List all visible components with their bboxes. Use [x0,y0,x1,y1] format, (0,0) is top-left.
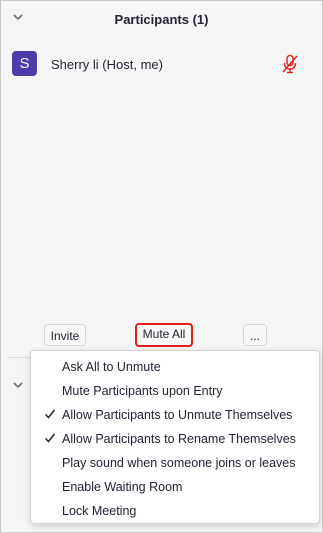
panel-title-text: Participants [114,12,189,27]
more-options-menu: Ask All to Unmute Mute Participants upon… [30,350,320,524]
menu-item-label: Lock Meeting [62,504,137,518]
menu-item-ask-all-to-unmute[interactable]: Ask All to Unmute [31,355,319,379]
participants-panel: Participants (1) S Sherry li (Host, me) … [0,0,323,533]
chevron-down-icon[interactable] [11,378,25,392]
menu-item-play-sound[interactable]: Play sound when someone joins or leaves [31,451,319,475]
menu-item-mute-upon-entry[interactable]: Mute Participants upon Entry [31,379,319,403]
checkmark-icon [44,433,56,443]
menu-item-label: Ask All to Unmute [62,360,161,374]
more-options-button[interactable]: ... [243,324,267,346]
invite-button[interactable]: Invite [44,324,86,346]
menu-item-label: Allow Participants to Rename Themselves [62,432,296,446]
menu-item-label: Play sound when someone joins or leaves [62,456,296,470]
menu-item-allow-unmute[interactable]: Allow Participants to Unmute Themselves [31,403,319,427]
panel-title: Participants (1) [1,12,322,27]
menu-item-enable-waiting-room[interactable]: Enable Waiting Room [31,475,319,499]
checkmark-icon [44,409,56,419]
panel-header: Participants (1) [1,1,322,39]
mute-all-button[interactable]: Mute All [135,323,193,347]
menu-item-allow-rename[interactable]: Allow Participants to Rename Themselves [31,427,319,451]
participant-row[interactable]: S Sherry li (Host, me) [1,47,322,83]
participant-count: (1) [192,12,209,27]
mic-muted-icon[interactable] [281,54,299,74]
avatar: S [12,51,37,76]
menu-item-label: Mute Participants upon Entry [62,384,223,398]
menu-item-label: Allow Participants to Unmute Themselves [62,408,293,422]
participant-name: Sherry li (Host, me) [51,57,163,72]
menu-item-label: Enable Waiting Room [62,480,183,494]
participants-toolbar: Invite Mute All ... [1,319,322,353]
menu-item-lock-meeting[interactable]: Lock Meeting [31,499,319,523]
